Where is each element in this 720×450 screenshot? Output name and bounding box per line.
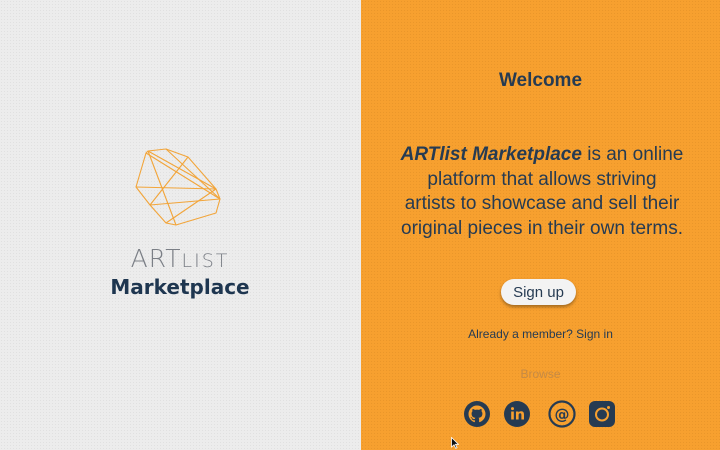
signup-button[interactable]: Sign up <box>501 279 576 305</box>
email-icon[interactable]: @ <box>548 400 576 428</box>
member-line: Already a member? Sign in <box>361 327 720 341</box>
brand-name: ARTlist Marketplace <box>400 144 582 165</box>
browse-link[interactable]: Browse <box>361 367 720 381</box>
logo-wordmark: ARTLIST <box>100 244 260 273</box>
logo-list-text: LIST <box>181 250 230 272</box>
svg-text:@: @ <box>555 406 570 424</box>
logo-mark-icon <box>135 148 221 226</box>
instagram-icon[interactable] <box>588 400 616 428</box>
logo-art-text: ART <box>130 244 182 273</box>
logo-marketplace-text: Marketplace <box>110 275 250 299</box>
welcome-description: ARTlist Marketplace is an online platfor… <box>400 143 684 241</box>
github-icon[interactable] <box>463 400 491 428</box>
linkedin-icon[interactable] <box>503 400 531 428</box>
mouse-cursor-icon <box>451 437 459 449</box>
member-prompt: Already a member? <box>468 327 577 341</box>
welcome-title: Welcome <box>498 70 583 91</box>
signin-link[interactable]: Sign in <box>576 327 613 341</box>
